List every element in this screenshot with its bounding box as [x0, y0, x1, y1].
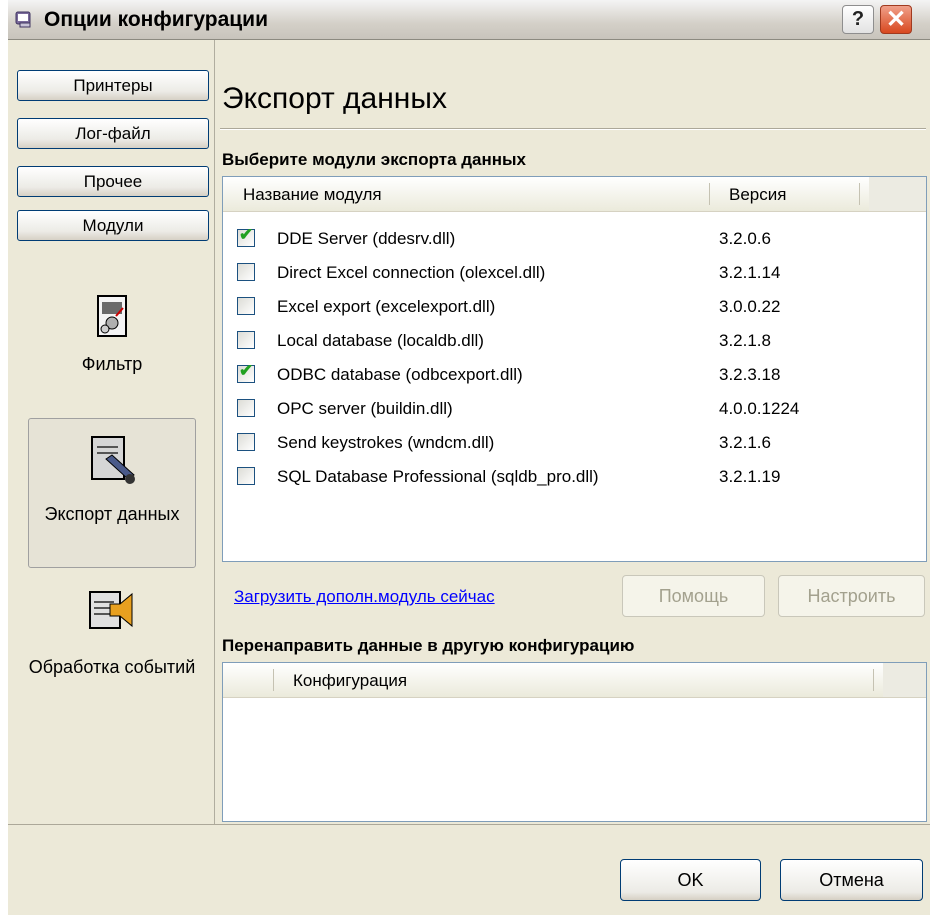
tab-other[interactable]: Прочее [17, 166, 209, 197]
page-title: Экспорт данных [222, 82, 447, 115]
header-filler [883, 663, 926, 697]
dialog-footer: OK Отмена [8, 824, 930, 915]
tab-modules[interactable]: Модули [17, 210, 209, 241]
tab-printers[interactable]: Принтеры [17, 70, 209, 101]
module-name: ODBC database (odbcexport.dll) [277, 365, 523, 384]
nav-item-event-handling[interactable]: Обработка событий [28, 588, 196, 718]
module-name: Excel export (excelexport.dll) [277, 297, 496, 316]
configure-button[interactable]: Настроить [778, 575, 925, 617]
module-checkbox[interactable]: ✔ [237, 263, 255, 281]
question-icon: ? [851, 8, 865, 30]
module-name: DDE Server (ddesrv.dll) [277, 229, 456, 248]
module-row[interactable]: ✔ Excel export (excelexport.dll) 3.0.0.2… [223, 290, 926, 324]
module-version: 3.2.0.6 [719, 229, 771, 248]
main-content: Экспорт данных Выберите модули экспорта … [214, 40, 930, 824]
nav-item-data-export[interactable]: Экспорт данных [28, 418, 196, 568]
module-name: Local database (localdb.dll) [277, 331, 484, 350]
nav-item-data-export-label: Экспорт данных [44, 504, 180, 524]
module-name: Send keystrokes (wndcm.dll) [277, 433, 495, 452]
module-row[interactable]: ✔ Send keystrokes (wndcm.dll) 3.2.1.6 [223, 426, 926, 460]
module-checkbox[interactable]: ✔ [237, 331, 255, 349]
window-title: Опции конфигурации [44, 8, 268, 31]
header-divider [873, 669, 874, 691]
modules-list[interactable]: Название модуля Версия ✔ DDE Server (dde… [222, 176, 927, 562]
redirect-section-label: Перенаправить данные в другую конфигурац… [222, 636, 635, 655]
nav-item-filter[interactable]: Фильтр [28, 294, 196, 394]
modules-list-header: Название модуля Версия [223, 177, 926, 212]
module-checkbox[interactable]: ✔ [237, 225, 255, 247]
module-checkbox[interactable]: ✔ [237, 433, 255, 451]
close-button[interactable]: ✕ [880, 5, 912, 34]
nav-item-event-handling-label: Обработка событий [28, 657, 196, 677]
module-version: 3.2.1.8 [719, 331, 771, 350]
nav-item-filter-label: Фильтр [81, 354, 143, 374]
configuration-list[interactable]: Конфигурация [222, 662, 927, 822]
module-name: OPC server (buildin.dll) [277, 399, 453, 418]
module-name: Direct Excel connection (olexcel.dll) [277, 263, 546, 282]
data-export-icon [91, 436, 135, 484]
module-checkbox[interactable]: ✔ [237, 361, 255, 383]
module-row[interactable]: ✔ ODBC database (odbcexport.dll) 3.2.3.1… [223, 358, 926, 392]
checkmark-icon: ✔ [239, 225, 254, 244]
title-bar[interactable]: Опции конфигурации ? ✕ [8, 0, 930, 40]
module-checkbox[interactable]: ✔ [237, 399, 255, 417]
module-checkbox[interactable]: ✔ [237, 297, 255, 315]
header-divider [709, 183, 710, 205]
module-row[interactable]: ✔ Direct Excel connection (olexcel.dll) … [223, 256, 926, 290]
cancel-button[interactable]: Отмена [780, 859, 923, 901]
column-header-version[interactable]: Версия [729, 185, 786, 205]
filter-icon [97, 295, 127, 337]
help-button[interactable]: ? [842, 5, 874, 34]
module-name: SQL Database Professional (sqldb_pro.dll… [277, 467, 599, 486]
app-icon [15, 11, 31, 28]
module-row[interactable]: ✔ OPC server (buildin.dll) 4.0.0.1224 [223, 392, 926, 426]
configuration-options-window: Опции конфигурации ? ✕ Принтеры Лог-файл… [8, 0, 930, 915]
title-separator [220, 128, 926, 130]
module-version: 3.2.1.14 [719, 263, 781, 282]
module-checkbox[interactable]: ✔ [237, 467, 255, 485]
column-header-configuration[interactable]: Конфигурация [293, 671, 407, 691]
column-header-module-name[interactable]: Название модуля [243, 185, 382, 205]
module-version: 3.2.3.18 [719, 365, 781, 384]
module-version: 3.0.0.22 [719, 297, 781, 316]
header-filler [869, 177, 926, 211]
left-navigation-panel: Принтеры Лог-файл Прочее Модули Фильтр Э… [8, 40, 215, 824]
modules-section-label: Выберите модули экспорта данных [222, 150, 526, 169]
tab-log-file[interactable]: Лог-файл [17, 118, 209, 149]
module-row[interactable]: ✔ SQL Database Professional (sqldb_pro.d… [223, 460, 926, 494]
configuration-list-header: Конфигурация [223, 663, 926, 698]
module-version: 3.2.1.19 [719, 467, 781, 486]
header-divider [273, 669, 274, 691]
module-row[interactable]: ✔ DDE Server (ddesrv.dll) 3.2.0.6 [223, 222, 926, 256]
module-row[interactable]: ✔ Local database (localdb.dll) 3.2.1.8 [223, 324, 926, 358]
ok-button[interactable]: OK [620, 859, 761, 901]
event-handling-icon [89, 591, 133, 629]
load-module-link[interactable]: Загрузить дополн.модуль сейчас [234, 587, 495, 607]
help-button-disabled[interactable]: Помощь [622, 575, 765, 617]
header-divider [859, 183, 860, 205]
module-version: 3.2.1.6 [719, 433, 771, 452]
close-icon: ✕ [885, 6, 907, 33]
module-version: 4.0.0.1224 [719, 399, 800, 418]
checkmark-icon: ✔ [239, 361, 254, 380]
